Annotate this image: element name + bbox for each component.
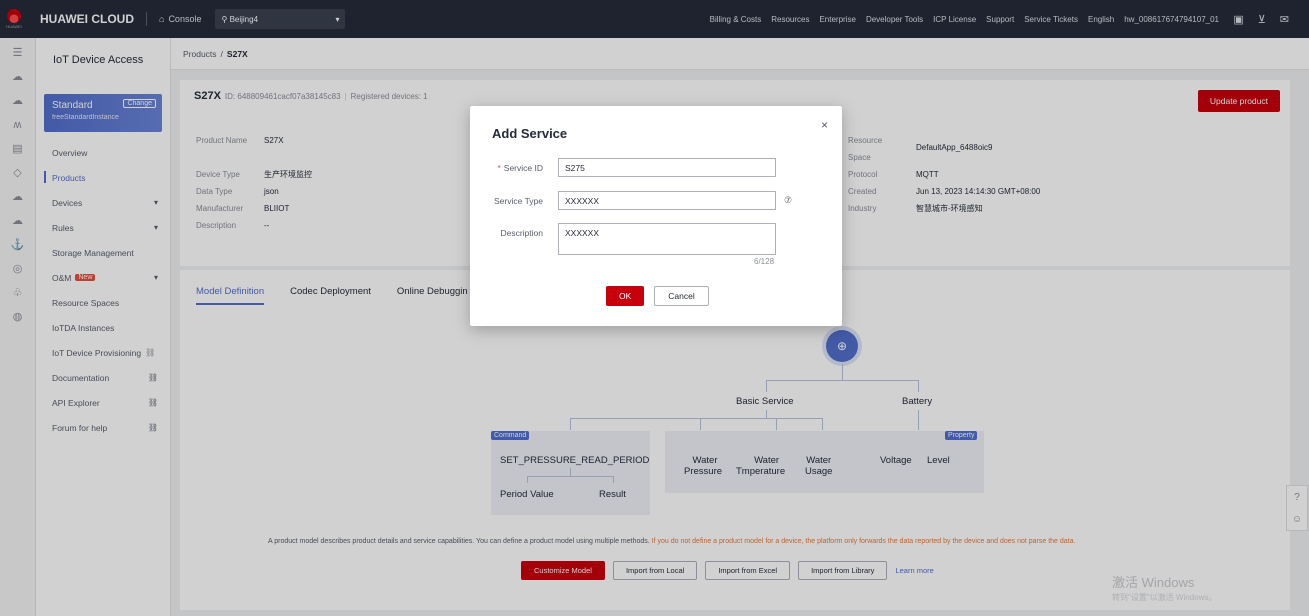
cancel-button[interactable]: Cancel [654,286,709,306]
label-text: Service ID [503,162,543,173]
service-id-label: * Service ID [470,163,558,173]
dialog-actions: OK Cancel [606,286,709,306]
service-id-row: * Service ID S275 [470,158,776,177]
close-icon[interactable]: × [821,118,828,132]
description-row: Description XXXXXX [470,223,776,255]
ok-button[interactable]: OK [606,286,645,306]
help-icon[interactable]: ⑦ [784,195,792,206]
service-type-row: Service Type XXXXXX ⑦ [470,191,792,210]
service-id-input[interactable]: S275 [558,158,776,177]
dialog-title: Add Service [492,126,568,141]
service-type-label: Service Type [494,195,543,206]
add-service-dialog: Add Service × * Service ID S275 Service T… [470,106,842,326]
character-counter: 6/128 [754,257,775,266]
service-type-input[interactable]: XXXXXX [558,191,776,210]
description-textarea[interactable]: XXXXXX [558,223,776,255]
required-marker: * [497,162,501,173]
description-label: Description [500,228,543,238]
